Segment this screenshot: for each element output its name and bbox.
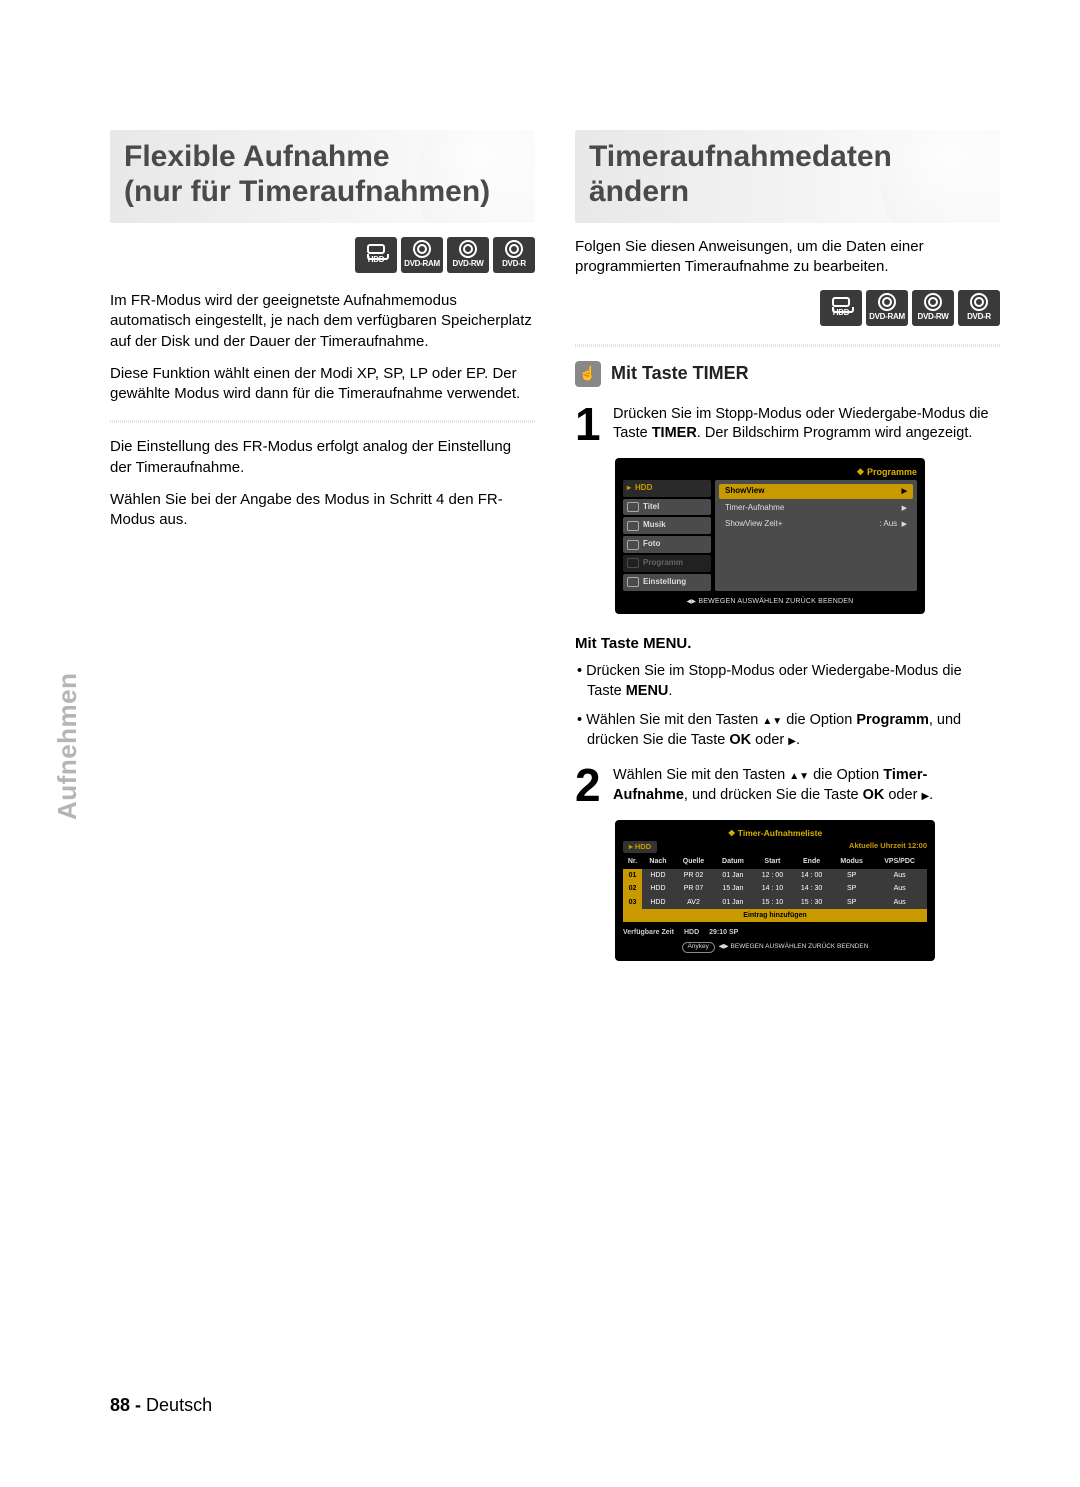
disc-badges-right: HDD DVD-RAM DVD-RW DVD-R bbox=[575, 290, 1000, 326]
left-p2: Diese Funktion wählt einen der Modi XP, … bbox=[110, 364, 535, 405]
osd1-tab-musik: Musik bbox=[623, 517, 711, 534]
osd2-header-row: Nr.NachQuelleDatumStartEndeModusVPS/PDC bbox=[623, 855, 927, 868]
osd-timerlist: ❖ Timer-Aufnahmeliste ▸ HDD Aktuelle Uhr… bbox=[615, 820, 935, 961]
disc-dvdrw-icon: DVD-RW bbox=[447, 237, 489, 273]
right-column: Timeraufnahmedaten ändern Folgen Sie die… bbox=[575, 130, 1000, 981]
step-1-text: Drücken Sie im Stopp-Modus oder Wiederga… bbox=[613, 405, 1000, 444]
step-number-2: 2 bbox=[575, 766, 605, 805]
disc-dvdr-icon: DVD-R bbox=[958, 290, 1000, 326]
page-footer: 88 - Deutsch bbox=[110, 1393, 212, 1417]
divider-right bbox=[575, 344, 1000, 347]
heading-left-line1: Flexible Aufnahme bbox=[124, 140, 390, 173]
heading-left-line2: (nur für Timeraufnahmen) bbox=[124, 175, 490, 208]
osd2-table: Nr.NachQuelleDatumStartEndeModusVPS/PDC … bbox=[623, 855, 927, 922]
osd-programme: Programme ▸ HDD Titel Musik Foto Program… bbox=[615, 458, 925, 614]
page-language: Deutsch bbox=[146, 1395, 212, 1415]
osd2-available: Verfügbare Zeit HDD 29:10 SP bbox=[623, 928, 927, 937]
disc-dvdram-icon: DVD-RAM bbox=[401, 237, 443, 273]
heading-right-line2: ändern bbox=[589, 175, 689, 208]
anykey-icon: Anykey bbox=[682, 942, 715, 953]
osd2-row-1: 01HDDPR 0201 Jan12 : 0014 : 00SPAus bbox=[623, 869, 927, 882]
osd2-title: ❖ Timer-Aufnahmeliste bbox=[623, 828, 927, 839]
section-title: Mit Taste TIMER bbox=[611, 361, 749, 385]
disc-hdd-icon: HDD bbox=[820, 290, 862, 326]
section-tab: Aufnehmen bbox=[50, 673, 85, 821]
disc-hdd-icon: HDD bbox=[355, 237, 397, 273]
osd2-clock: Aktuelle Uhrzeit 12:00 bbox=[849, 841, 927, 853]
osd1-item-showview: ShowView bbox=[719, 484, 913, 499]
osd1-tab-foto: Foto bbox=[623, 536, 711, 553]
step-2-text: Wählen Sie mit den Tasten die Option Tim… bbox=[613, 766, 1000, 805]
left-p3: Die Einstellung des FR-Modus erfolgt ana… bbox=[110, 437, 535, 478]
osd2-top-tab: ▸ HDD bbox=[623, 841, 657, 853]
right-intro: Folgen Sie diesen Anweisungen, um die Da… bbox=[575, 237, 1000, 278]
remote-icon: ☝ bbox=[575, 361, 601, 387]
osd2-footer: Anykey ◀▶ BEWEGEN AUSWÄHLEN ZURÜCK BEEND… bbox=[623, 942, 927, 953]
osd2-addrow: Eintrag hinzufügen bbox=[623, 909, 927, 922]
osd1-item-timer: Timer-Aufnahme bbox=[719, 501, 913, 516]
osd2-row-2: 02HDDPR 0715 Jan14 : 1014 : 30SPAus bbox=[623, 882, 927, 895]
heading-right-line1: Timeraufnahmedaten bbox=[589, 140, 892, 173]
page-content: Flexible Aufnahme (nur für Timeraufnahme… bbox=[0, 0, 1080, 1041]
section-head-timer: ☝ Mit Taste TIMER bbox=[575, 361, 1000, 387]
osd1-right-list: ShowView Timer-Aufnahme ShowView Zeit+: … bbox=[715, 480, 917, 591]
osd1-tab-einstellung: Einstellung bbox=[623, 574, 711, 591]
left-column: Flexible Aufnahme (nur für Timeraufnahme… bbox=[110, 130, 535, 981]
osd2-row-3: 03HDDAV201 Jan15 : 1015 : 30SPAus bbox=[623, 896, 927, 909]
step-1: 1 Drücken Sie im Stopp-Modus oder Wieder… bbox=[575, 405, 1000, 444]
heading-right: Timeraufnahmedaten ändern bbox=[575, 130, 1000, 223]
menu-bullet-2: Wählen Sie mit den Tasten die Option Pro… bbox=[575, 711, 1000, 750]
left-p4: Wählen Sie bei der Angabe des Modus in S… bbox=[110, 490, 535, 531]
page-number: 88 - bbox=[110, 1395, 141, 1415]
osd1-title: Programme bbox=[623, 466, 917, 478]
osd1-tab-programm: Programm bbox=[623, 555, 711, 572]
menu-heading: Mit Taste MENU. bbox=[575, 634, 1000, 654]
heading-left: Flexible Aufnahme (nur für Timeraufnahme… bbox=[110, 130, 535, 223]
disc-dvdr-icon: DVD-R bbox=[493, 237, 535, 273]
osd1-tab-hdd: ▸ HDD bbox=[623, 480, 711, 497]
osd1-item-svzeit: ShowView Zeit+: Aus bbox=[719, 517, 913, 532]
osd1-footer: BEWEGEN AUSWÄHLEN ZURÜCK BEENDEN bbox=[623, 597, 917, 606]
disc-dvdrw-icon: DVD-RW bbox=[912, 290, 954, 326]
divider-left bbox=[110, 420, 535, 423]
step-2: 2 Wählen Sie mit den Tasten die Option T… bbox=[575, 766, 1000, 805]
disc-dvdram-icon: DVD-RAM bbox=[866, 290, 908, 326]
disc-badges-left: HDD DVD-RAM DVD-RW DVD-R bbox=[110, 237, 535, 273]
menu-bullet-1: Drücken Sie im Stopp-Modus oder Wiederga… bbox=[575, 662, 1000, 701]
menu-alternative: Mit Taste MENU. Drücken Sie im Stopp-Mod… bbox=[575, 634, 1000, 751]
osd1-left-tabs: ▸ HDD Titel Musik Foto Programm Einstell… bbox=[623, 480, 711, 591]
left-p1: Im FR-Modus wird der geeignetste Aufnahm… bbox=[110, 291, 535, 352]
osd1-tab-titel: Titel bbox=[623, 499, 711, 516]
step-number-1: 1 bbox=[575, 405, 605, 444]
